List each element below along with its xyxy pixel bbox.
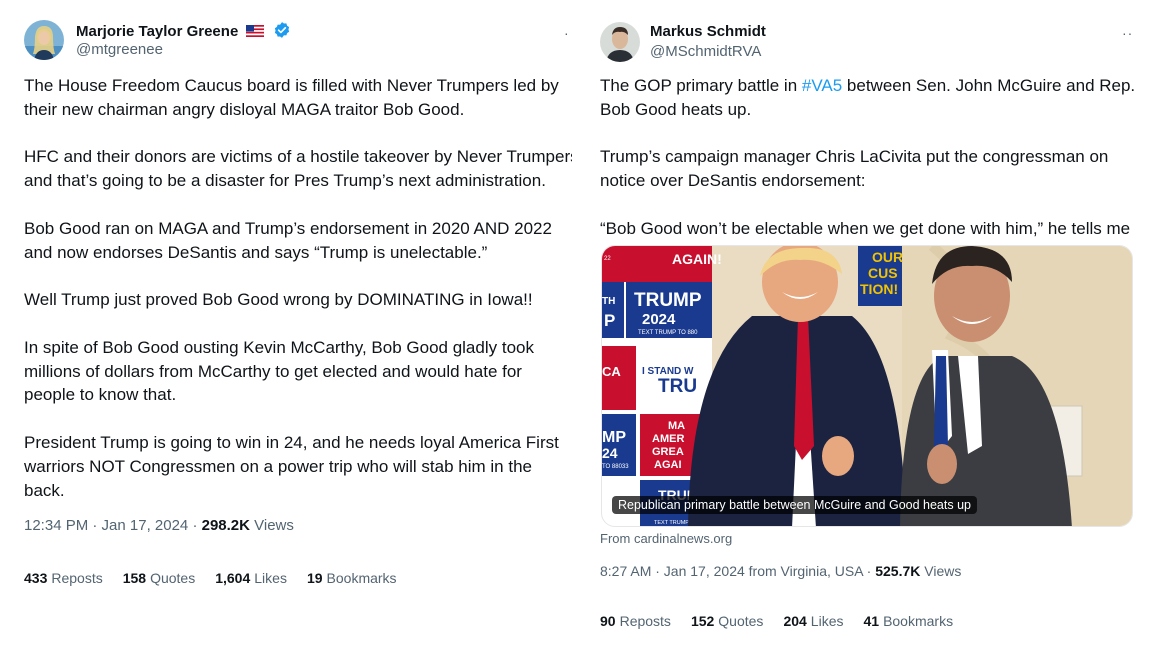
reposts-stat[interactable]: 433 Reposts bbox=[24, 570, 103, 586]
tweet-left[interactable]: Marjorie Taylor Greene @mtgreenee · The … bbox=[0, 0, 580, 663]
text-line: President Trump is going to win in 24, a… bbox=[24, 432, 559, 452]
bookmarks-stat[interactable]: 19 Bookmarks bbox=[307, 570, 397, 586]
likes-stat[interactable]: 204 Likes bbox=[783, 613, 843, 629]
author-name[interactable]: Marjorie Taylor Greene bbox=[76, 21, 291, 43]
sign-text: TH bbox=[602, 296, 615, 307]
card-photo: AGAIN! 22 TRUMP 2024 TEXT TRUMP TO 880 T… bbox=[602, 246, 1132, 526]
text-line: back. bbox=[24, 480, 65, 500]
author-handle[interactable]: @mtgreenee bbox=[76, 41, 163, 58]
text-line: The House Freedom Caucus board is filled… bbox=[24, 76, 559, 95]
card-source[interactable]: From cardinalnews.org bbox=[600, 531, 732, 546]
tweet-text: The House Freedom Caucus board is filled… bbox=[24, 74, 572, 502]
tweet-right[interactable]: Markus Schmidt @MSchmidtRVA ·· The GOP p… bbox=[580, 0, 1161, 663]
sign-text: GREA bbox=[652, 446, 684, 458]
sign-text: OUR bbox=[872, 249, 903, 265]
card-caption: Republican primary battle between McGuir… bbox=[612, 496, 977, 514]
sign-text: TEXT TRUMP TO 880 bbox=[638, 330, 698, 336]
sign-text: MA bbox=[668, 420, 685, 432]
text-line: notice over DeSantis endorsement: bbox=[600, 171, 866, 191]
text-line: warriors NOT Congressmen on a power trip… bbox=[24, 456, 532, 476]
sign-text: CUS bbox=[868, 265, 898, 281]
text-line: “Bob Good won’t be electable when we get… bbox=[600, 218, 1131, 238]
author-handle[interactable]: @MSchmidtRVA bbox=[650, 43, 761, 60]
sign-text: AMER bbox=[652, 433, 684, 445]
sign-text: 2024 bbox=[642, 311, 676, 328]
bookmarks-stat[interactable]: 41 Bookmarks bbox=[863, 613, 953, 629]
tweet-timestamp[interactable]: 12:34 PM · Jan 17, 2024 · 298.2K Views bbox=[24, 517, 294, 534]
sign-text: TRUMP bbox=[634, 290, 702, 311]
sign-text: MP bbox=[602, 429, 626, 446]
avatar[interactable] bbox=[600, 22, 640, 62]
author-name[interactable]: Markus Schmidt bbox=[650, 23, 766, 40]
text-line: millions of dollars from McCarthy to get… bbox=[24, 361, 522, 381]
text-line: In spite of Bob Good ousting Kevin McCar… bbox=[24, 337, 534, 357]
text-line: people to know that. bbox=[24, 385, 177, 405]
sign-text: TRU bbox=[658, 376, 697, 397]
sign-text: CA bbox=[602, 364, 621, 379]
sign-text: TO 88033 bbox=[602, 464, 629, 470]
text-line: HFC and their donors are victims of a ho… bbox=[24, 147, 572, 167]
engagement-stats: 433 Reposts 158 Quotes 1,604 Likes 19 Bookma… bbox=[24, 570, 397, 586]
sign-text: AGAI bbox=[654, 459, 682, 471]
more-options-icon[interactable]: ·· bbox=[1122, 26, 1133, 40]
reposts-stat[interactable]: 90 Reposts bbox=[600, 613, 671, 629]
text-line: Well Trump just proved Bob Good wrong by… bbox=[24, 290, 533, 310]
likes-stat[interactable]: 1,604 Likes bbox=[215, 570, 287, 586]
sign-text: 22 bbox=[604, 256, 611, 262]
sign-text: P bbox=[604, 311, 615, 330]
sign-text: TION! bbox=[860, 281, 898, 297]
views-count: 525.7K bbox=[875, 563, 921, 579]
sign-text: 24 bbox=[602, 445, 618, 461]
more-options-icon[interactable]: · bbox=[564, 26, 570, 40]
text-line: The GOP primary battle in #VA5 between S… bbox=[600, 76, 1136, 95]
text-line: Bob Good ran on MAGA and Trump’s endorse… bbox=[24, 218, 552, 238]
hashtag-link[interactable]: #VA5 bbox=[802, 76, 842, 95]
verified-badge-icon bbox=[273, 21, 291, 43]
text-line: and that’s going to be a disaster for Pr… bbox=[24, 171, 546, 191]
views-count: 298.2K bbox=[201, 517, 250, 534]
tweet-timestamp[interactable]: 8:27 AM · Jan 17, 2024 from Virginia, US… bbox=[600, 563, 961, 579]
link-card-image[interactable]: AGAIN! 22 TRUMP 2024 TEXT TRUMP TO 880 T… bbox=[601, 245, 1133, 527]
avatar[interactable] bbox=[24, 20, 64, 60]
us-flag-icon bbox=[246, 24, 265, 41]
sign-text: AGAIN! bbox=[672, 251, 722, 267]
engagement-stats: 90 Reposts 152 Quotes 204 Likes 41 Bookmarks bbox=[600, 613, 953, 629]
quotes-stat[interactable]: 152 Quotes bbox=[691, 613, 764, 629]
tweet-text: The GOP primary battle in #VA5 between S… bbox=[600, 74, 1135, 241]
quotes-stat[interactable]: 158 Quotes bbox=[123, 570, 196, 586]
text-line: and now endorses DeSantis and says “Trum… bbox=[24, 242, 488, 262]
text-line: Trump’s campaign manager Chris LaCivita … bbox=[600, 147, 1109, 167]
text-line: Bob Good heats up. bbox=[600, 99, 752, 119]
text-line: their new chairman angry disloyal MAGA t… bbox=[24, 99, 465, 119]
